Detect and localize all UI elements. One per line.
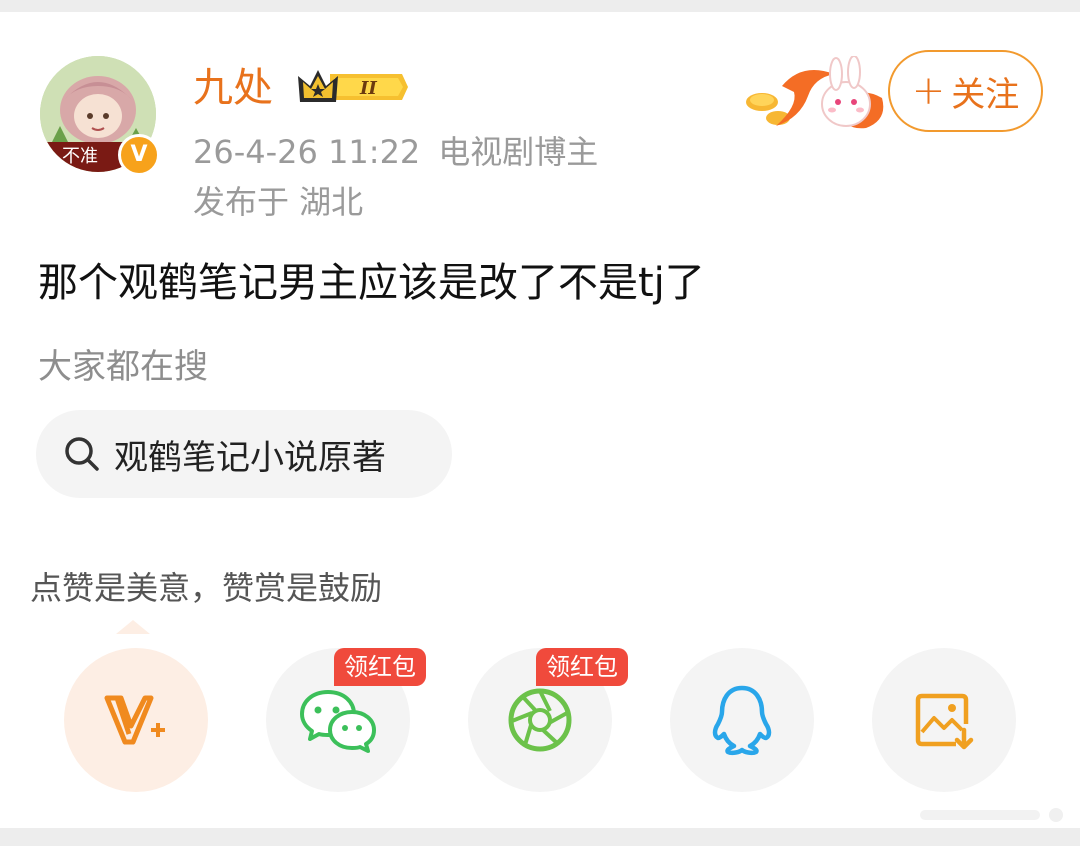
moments-icon <box>508 688 572 752</box>
v-plus-icon <box>104 695 165 745</box>
reward-v-plus-button[interactable] <box>64 648 208 792</box>
author-role: 电视剧博主 <box>438 133 599 171</box>
follow-button[interactable]: + 关注 <box>888 50 1043 132</box>
trending-search-chip[interactable]: 观鹤笔记小说原著 <box>36 410 452 498</box>
top-divider <box>0 0 1080 12</box>
plus-icon: + <box>911 68 946 114</box>
red-packet-tag: 领红包 <box>334 648 426 686</box>
trending-search-text: 观鹤笔记小说原著 <box>114 437 386 478</box>
qq-icon <box>712 685 772 756</box>
post-timestamp: 26-4-26 11:22 <box>193 133 421 171</box>
level-text: II <box>359 78 377 99</box>
follow-label: 关注 <box>951 74 1020 115</box>
bottom-divider <box>0 828 1080 846</box>
post-location: 发布于 湖北 <box>193 183 364 221</box>
reward-prompt-text: 点赞是美意，赞赏是鼓励 <box>30 569 383 607</box>
watermark-icon <box>920 808 1063 822</box>
save-image-button[interactable] <box>872 648 1016 792</box>
red-packet-tag: 领红包 <box>536 648 628 686</box>
verified-badge-icon: V <box>118 134 160 176</box>
trending-search-title: 大家都在搜 <box>38 347 208 387</box>
wechat-icon <box>300 690 376 753</box>
author-name[interactable]: 九处 <box>193 62 273 114</box>
vip-crown-badge-icon[interactable]: II <box>296 66 410 108</box>
rabbit-decoration-icon <box>742 55 892 136</box>
search-icon <box>65 437 99 471</box>
tooltip-pointer <box>116 620 150 634</box>
post-body-text: 那个观鹤笔记男主应该是改了不是tj了 <box>38 260 705 306</box>
save-image-icon <box>915 693 974 750</box>
share-qq-button[interactable] <box>670 648 814 792</box>
post-meta: 26-4-26 11:22 电视剧博主 <box>193 130 598 174</box>
